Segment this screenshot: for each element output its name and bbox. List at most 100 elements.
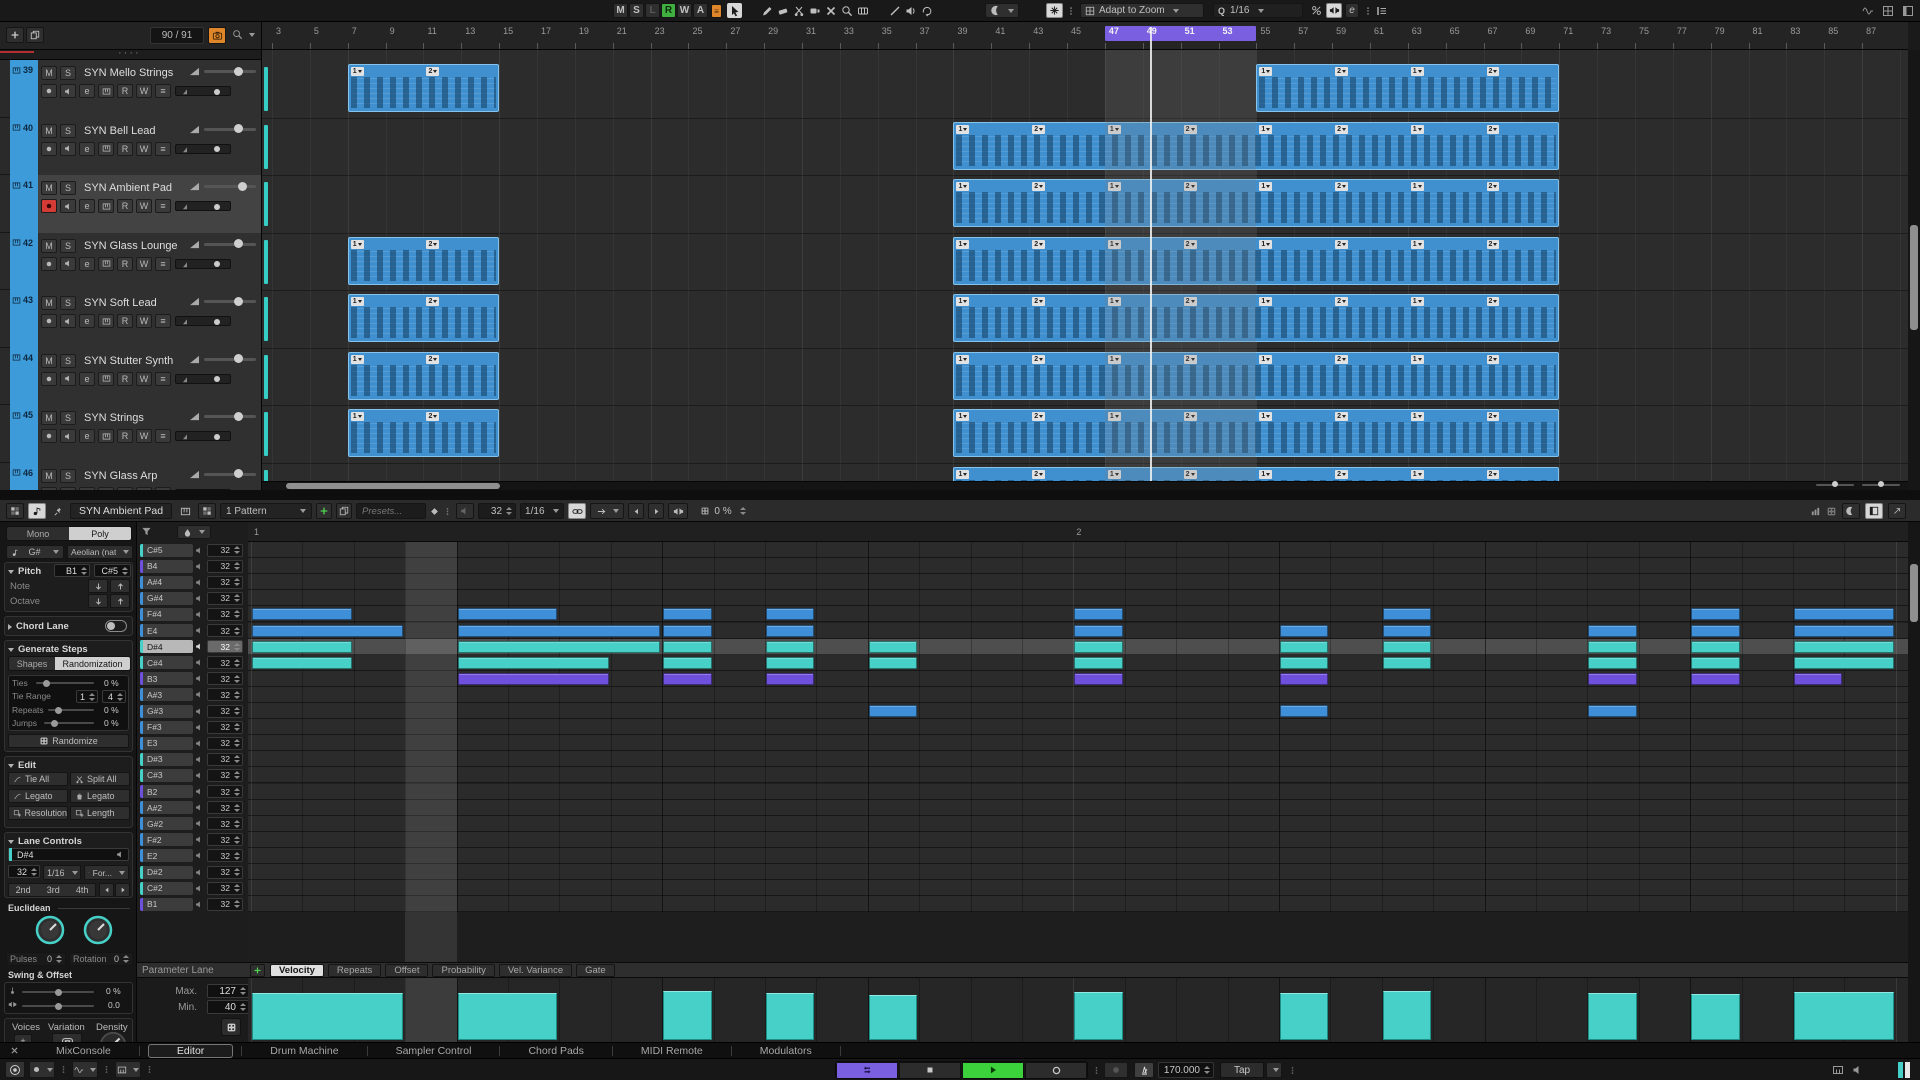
lane-step-count-field[interactable]: 32 [207, 866, 243, 879]
quantize-select[interactable]: Q1/16 [1213, 3, 1303, 18]
edit-channel-button[interactable]: e [79, 84, 95, 98]
output-fader[interactable] [175, 86, 231, 96]
step-note[interactable] [869, 705, 917, 717]
pattern-marker[interactable]: 2 [1487, 355, 1500, 364]
pattern-marker[interactable]: 1 [1411, 297, 1424, 306]
lane-speaker-icon[interactable] [194, 560, 205, 573]
note-editor-mode-button[interactable] [28, 503, 46, 519]
lane-step-count-field[interactable]: 32 [207, 576, 243, 589]
track-solo-button[interactable]: S [60, 354, 76, 368]
lane-step-count-field[interactable]: 32 [207, 882, 243, 895]
lane-label[interactable]: B2 [140, 785, 193, 798]
zoom-handle[interactable] [1832, 481, 1838, 487]
lane-speaker-icon[interactable] [194, 721, 205, 734]
track-row[interactable]: 42MSSYN Glass LoungeeRW≡ [0, 233, 262, 291]
lane-resolution-select[interactable]: 1/16 [43, 865, 81, 880]
interval-2nd-button[interactable]: 2nd [16, 885, 31, 895]
lane-label[interactable]: F#4 [140, 608, 193, 621]
step-note[interactable] [252, 608, 352, 620]
lane-step-count-field[interactable]: 32 [207, 801, 243, 814]
stepper-arrows[interactable] [234, 562, 240, 570]
track-volume-control[interactable] [189, 240, 256, 249]
lower-zone-tab-mixconsole[interactable]: MixConsole [28, 1044, 139, 1058]
grid-lane-row[interactable] [248, 590, 1908, 606]
lane-label[interactable]: B1 [140, 898, 193, 911]
octave-up-button[interactable] [110, 594, 130, 608]
pattern-marker[interactable]: 1 [1411, 412, 1424, 421]
lane-step-count-field[interactable]: 32 [207, 785, 243, 798]
pattern-marker[interactable]: 1 [351, 67, 364, 76]
lane-step-count-field[interactable]: 32 [207, 672, 243, 685]
track-mute-button[interactable]: M [41, 411, 57, 425]
pattern-marker[interactable]: 1 [1411, 240, 1424, 249]
track-visibility-count[interactable]: 90 / 91 [150, 27, 204, 44]
read-automation-button[interactable]: R [117, 372, 133, 386]
record-enable-button[interactable] [41, 142, 57, 156]
shift-left-button[interactable] [99, 883, 114, 897]
grid-lane-row[interactable] [248, 751, 1908, 767]
auto-scroll-button[interactable]: ≡ [711, 4, 722, 18]
grid-lane-row[interactable] [248, 896, 1908, 912]
step-note[interactable] [663, 641, 711, 653]
stepper-arrows[interactable] [234, 691, 240, 699]
read-automation-button[interactable]: R [117, 84, 133, 98]
pattern-marker[interactable]: 1 [1259, 355, 1272, 364]
step-note[interactable] [458, 641, 661, 653]
tie-range-min-field[interactable]: 1 [76, 690, 98, 703]
voice-mode[interactable]: MonoPoly [6, 526, 132, 541]
pattern-marker[interactable]: 1 [1259, 125, 1272, 134]
pattern-marker[interactable]: 2 [1487, 67, 1500, 76]
toolbar-kebab2-icon[interactable] [1363, 6, 1373, 16]
pin-editor-button[interactable] [50, 503, 66, 519]
track-mute-button[interactable]: M [41, 181, 57, 195]
monitor-button[interactable] [60, 429, 76, 443]
step-note[interactable] [1588, 625, 1636, 637]
velocity-bar[interactable] [252, 993, 403, 1040]
lane-display-button[interactable]: ≡ [155, 314, 171, 328]
pattern-marker[interactable]: 2 [426, 297, 439, 306]
monitor-button[interactable] [60, 84, 76, 98]
track-row[interactable]: 45MSSYN StringseRW≡ [0, 405, 262, 463]
offset-slider-handle[interactable] [55, 1003, 62, 1010]
velocity-bar[interactable] [1280, 993, 1328, 1040]
step-note[interactable] [1691, 625, 1739, 637]
global-l-button[interactable]: L [645, 3, 660, 18]
pattern-marker[interactable]: 2 [1335, 240, 1348, 249]
cycle-button[interactable] [836, 1062, 898, 1079]
stop-button[interactable] [899, 1062, 961, 1079]
pattern-marker[interactable]: 1 [1411, 67, 1424, 76]
lane-step-count-field[interactable]: 32 [207, 592, 243, 605]
metronome-button[interactable] [1134, 1062, 1154, 1078]
volume-handle[interactable] [234, 412, 243, 421]
pattern-grid-button[interactable] [198, 503, 216, 519]
interval-3rd-button[interactable]: 3rd [47, 885, 60, 895]
pattern-marker[interactable]: 1 [956, 470, 969, 479]
euclid-rotation-knob[interactable] [82, 914, 114, 946]
track-solo-button[interactable]: S [60, 469, 76, 483]
pattern-resolution-select[interactable]: 1/16 [520, 503, 564, 519]
track-volume-control[interactable] [189, 297, 256, 306]
step-note[interactable] [252, 625, 403, 637]
midi-clip[interactable]: 12121212 [953, 352, 1559, 400]
grid-lane-row[interactable] [248, 574, 1908, 590]
event-colors-icon[interactable] [1810, 506, 1821, 517]
jumps-slider[interactable] [44, 722, 94, 724]
pattern-marker[interactable]: 2 [1335, 355, 1348, 364]
pattern-marker[interactable]: 1 [351, 240, 364, 249]
velocity-bar[interactable] [1691, 994, 1739, 1040]
lane-speaker-icon[interactable] [194, 753, 205, 766]
volume-handle[interactable] [234, 239, 243, 248]
record-mode-select[interactable] [29, 1061, 55, 1078]
draw-tool[interactable] [759, 3, 774, 18]
lane-speaker-icon[interactable] [194, 785, 205, 798]
step-note[interactable] [1074, 657, 1122, 669]
lane-speaker-icon[interactable] [194, 866, 205, 879]
output-fader[interactable] [175, 201, 231, 211]
swing-slider[interactable] [22, 991, 94, 993]
lane-speaker-icon[interactable] [194, 737, 205, 750]
lane-label[interactable]: C#4 [140, 656, 193, 669]
lane-step-count-field[interactable]: 32 [207, 560, 243, 573]
pattern-marker[interactable]: 1 [1259, 182, 1272, 191]
volume-handle[interactable] [238, 182, 247, 191]
lane-label[interactable]: F#2 [140, 833, 193, 846]
